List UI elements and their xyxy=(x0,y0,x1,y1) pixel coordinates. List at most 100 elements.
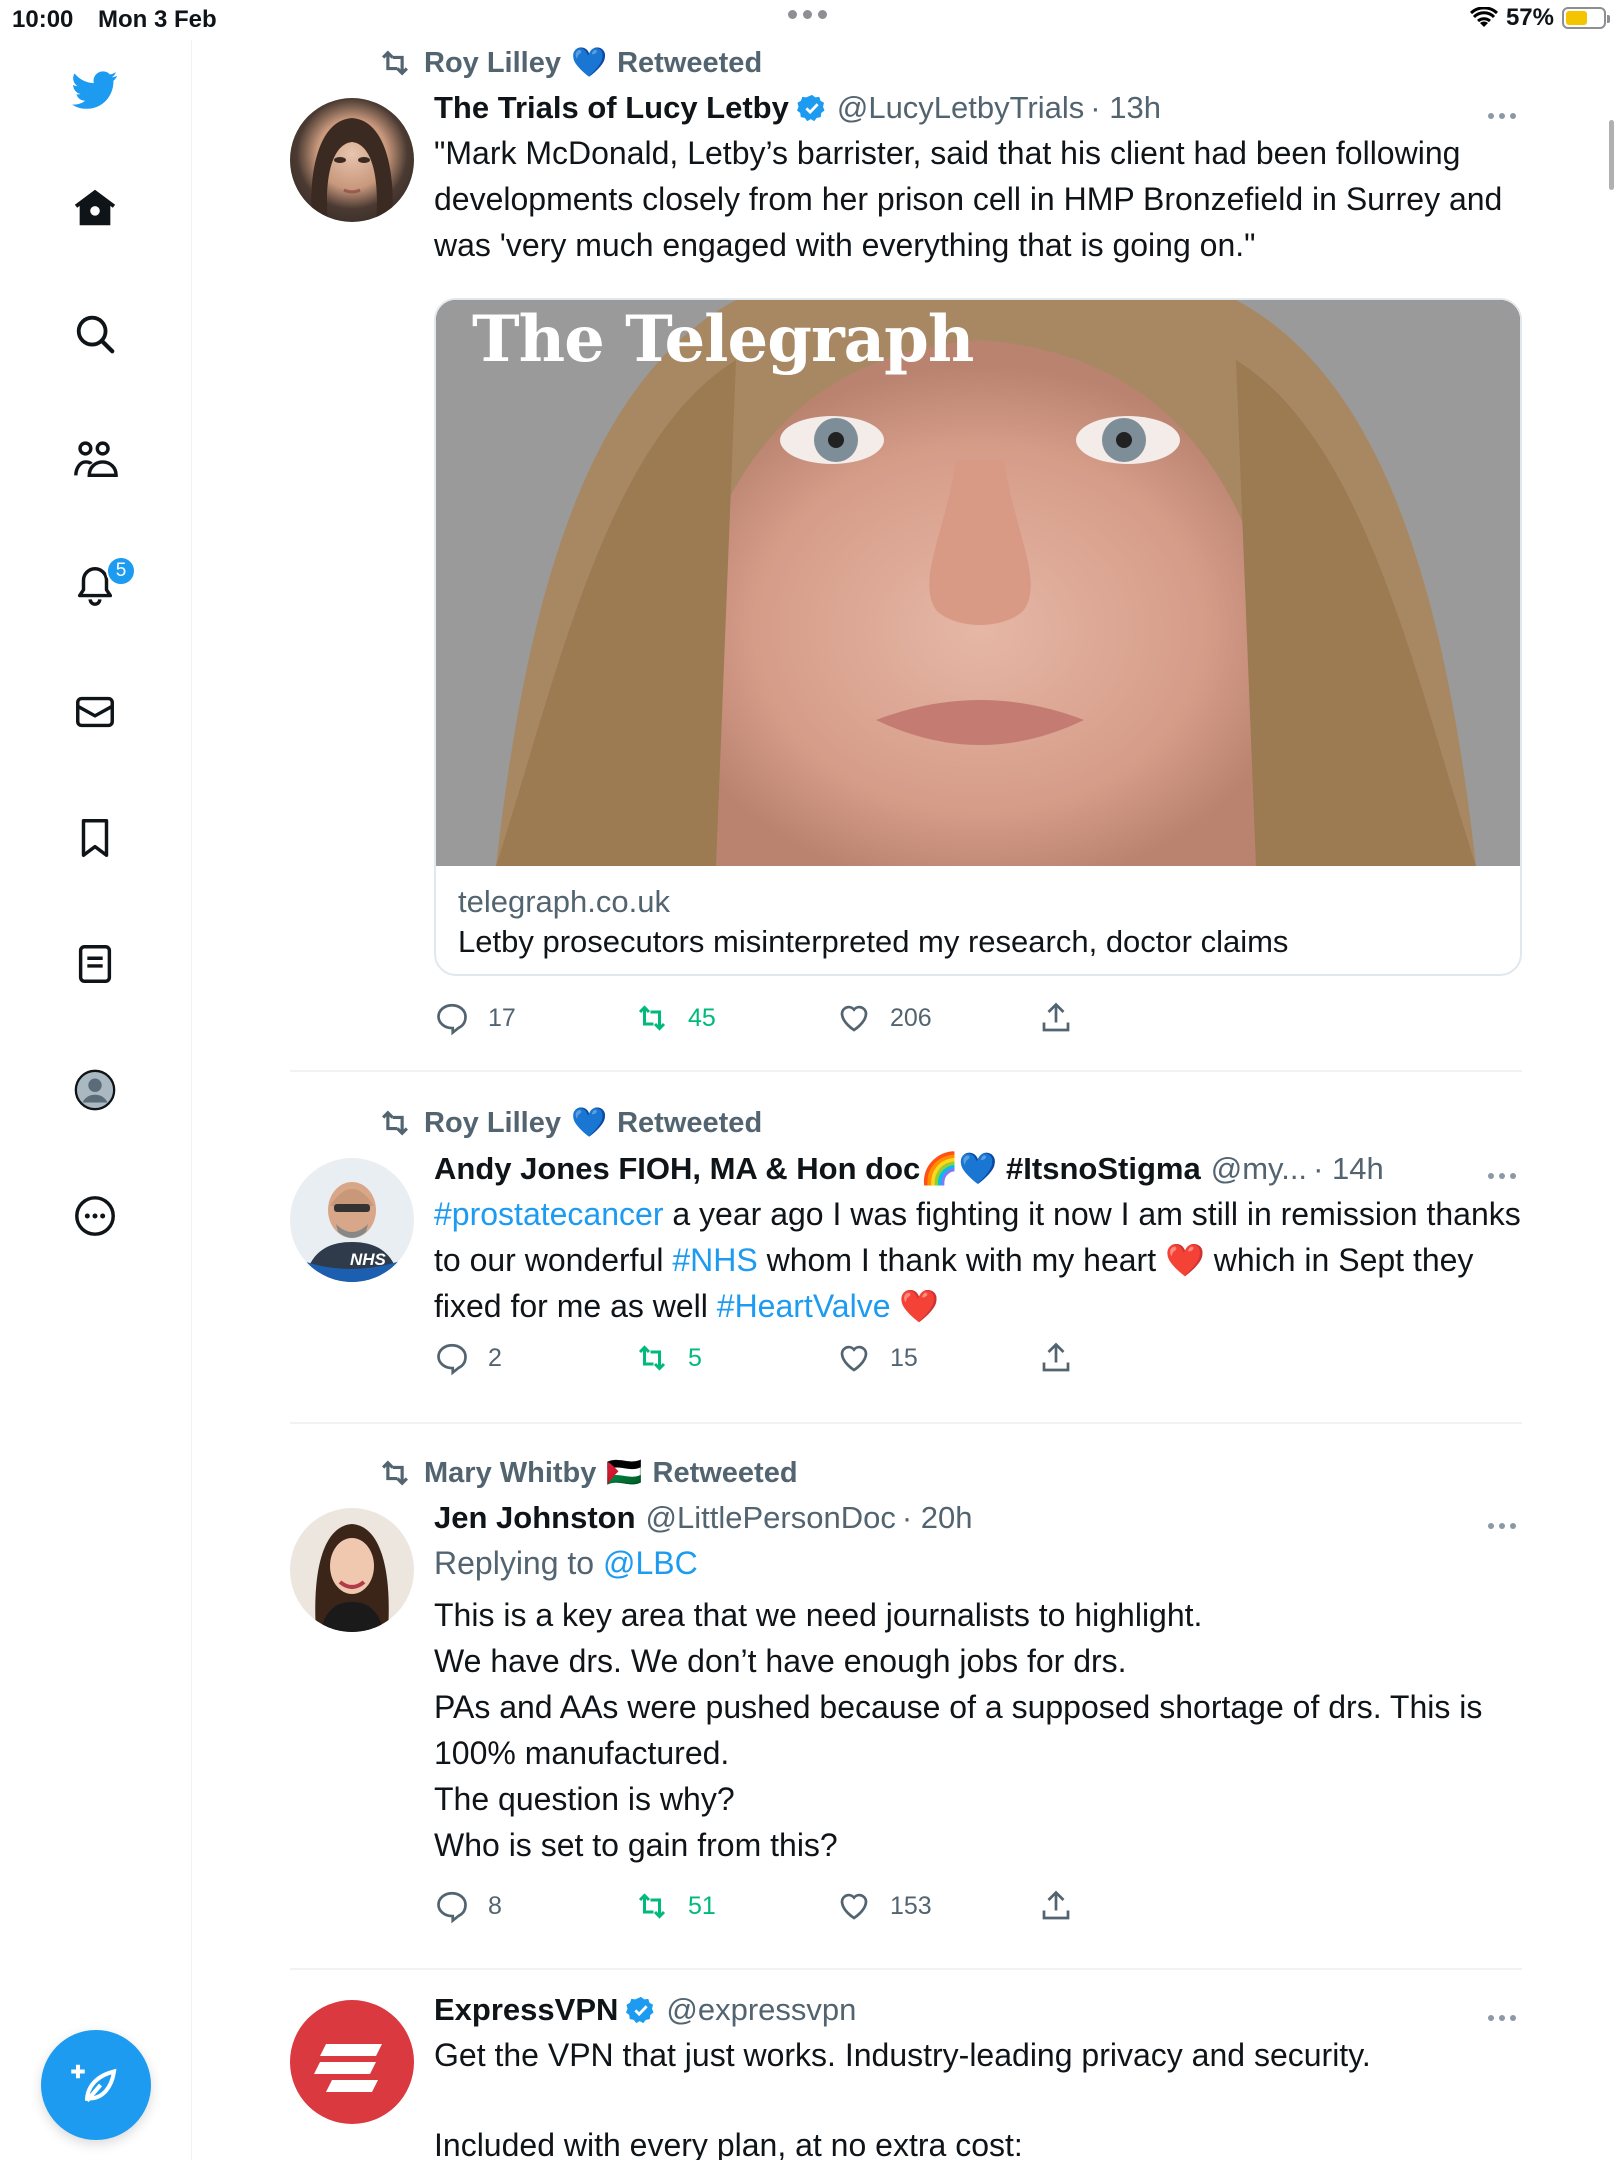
retweet-label: Retweeted xyxy=(617,1106,763,1139)
tweet-text-continued: Included with every plan, at no extra co… xyxy=(434,2127,1023,2160)
retweeted-by-emoji: 🇵🇸 xyxy=(606,1457,643,1489)
profile-icon[interactable] xyxy=(65,1060,125,1120)
tweet[interactable]: Mary Whitby 🇵🇸 Retweeted Jen Johnston @L… xyxy=(290,1424,1522,1970)
retweet-button[interactable]: 5 xyxy=(634,1340,836,1376)
retweeted-by-emoji: 💙 xyxy=(571,47,608,79)
reply-count: 8 xyxy=(488,1891,502,1920)
reply-icon xyxy=(437,1343,467,1376)
replying-to: Replying to @LBC xyxy=(434,1540,1522,1586)
hashtag-link[interactable]: #HeartValve xyxy=(717,1288,891,1324)
tweet-more-icon[interactable] xyxy=(1482,1164,1522,1188)
retweet-count: 5 xyxy=(688,1343,702,1372)
reply-icon xyxy=(437,1891,467,1924)
author-name[interactable]: The Trials of Lucy Letby xyxy=(434,90,789,126)
tweet-text: Get the VPN that just works. Industry-le… xyxy=(434,2037,1371,2073)
tweet-text-line: The question is why? xyxy=(434,1781,735,1817)
retweeted-by-name[interactable]: Mary Whitby xyxy=(424,1457,596,1490)
reply-count: 2 xyxy=(488,1343,502,1372)
share-button[interactable] xyxy=(1038,1340,1074,1376)
avatar[interactable] xyxy=(290,98,414,222)
avatar[interactable] xyxy=(290,1508,414,1632)
author-handle[interactable]: @my... xyxy=(1211,1151,1307,1187)
replying-to-link[interactable]: @LBC xyxy=(603,1545,698,1581)
retweet-context: Roy Lilley 💙 Retweeted xyxy=(376,44,762,82)
author-name[interactable]: Jen Johnston xyxy=(434,1500,636,1536)
battery-percent: 57% xyxy=(1505,4,1554,31)
tweet[interactable]: Roy Lilley 💙 Retweeted NHS Andy Jones FI… xyxy=(290,1072,1522,1424)
tweet-header: Andy Jones FIOH, MA & Hon doc🌈💙 #ItsnoSt… xyxy=(434,1150,1522,1187)
tweet-time[interactable]: · 14h xyxy=(1313,1151,1384,1187)
retweet-icon xyxy=(382,50,408,76)
share-button[interactable] xyxy=(1038,1888,1074,1924)
bookmarks-icon[interactable] xyxy=(65,808,125,868)
reply-button[interactable]: 17 xyxy=(434,1000,634,1036)
tweet-text: #prostatecancer a year ago I was fightin… xyxy=(434,1191,1522,1329)
share-icon xyxy=(1042,1342,1070,1372)
tweet-time[interactable]: · 20h xyxy=(902,1500,973,1536)
share-icon xyxy=(1042,1002,1070,1032)
compose-feather-icon xyxy=(71,2064,117,2103)
avatar[interactable]: NHS xyxy=(290,1158,414,1282)
retweet-icon xyxy=(638,1005,666,1031)
sidebar: 5 xyxy=(0,40,192,2160)
twitter-logo-icon[interactable] xyxy=(65,60,125,120)
share-button[interactable] xyxy=(1038,1000,1074,1036)
tweet-actions: 2 5 15 xyxy=(434,1340,1074,1376)
tweet-text-line: This is a key area that we need journali… xyxy=(434,1597,1203,1633)
retweeted-by-name[interactable]: Roy Lilley xyxy=(424,47,561,80)
lists-icon[interactable] xyxy=(65,934,125,994)
author-name[interactable]: Andy Jones FIOH, MA & Hon doc🌈💙 #ItsnoSt… xyxy=(434,1150,1201,1187)
like-button[interactable]: 206 xyxy=(836,1000,1038,1036)
card-title: Letby prosecutors misinterpreted my rese… xyxy=(458,924,1289,959)
reply-button[interactable]: 2 xyxy=(434,1340,634,1376)
author-handle[interactable]: @expressvpn xyxy=(666,1992,856,2028)
like-button[interactable]: 153 xyxy=(836,1888,1038,1924)
share-icon xyxy=(1042,1890,1070,1920)
tweet-text-line: PAs and AAs were pushed because of a sup… xyxy=(434,1689,1483,1771)
communities-icon[interactable] xyxy=(65,430,125,490)
verified-badge-icon xyxy=(796,94,825,122)
more-options-icon[interactable] xyxy=(65,1186,125,1246)
retweet-icon xyxy=(382,1110,408,1136)
replying-prefix: Replying to xyxy=(434,1545,595,1581)
tweet-more-icon[interactable] xyxy=(1482,104,1522,128)
tweet-more-icon[interactable] xyxy=(1482,1514,1522,1538)
hashtag-link[interactable]: #NHS xyxy=(672,1242,757,1278)
author-name[interactable]: ExpressVPN xyxy=(434,1992,618,2028)
compose-tweet-button[interactable] xyxy=(41,2030,151,2140)
home-icon[interactable] xyxy=(65,178,125,238)
tweet[interactable]: ExpressVPN @expressvpn Get the VPN that … xyxy=(290,1970,1522,2160)
like-button[interactable]: 15 xyxy=(836,1340,1038,1376)
tweet-more-icon[interactable] xyxy=(1482,2006,1522,2030)
scrollbar[interactable] xyxy=(1609,120,1614,190)
hashtag-link[interactable]: #prostatecancer xyxy=(434,1196,663,1232)
tweet-header: The Trials of Lucy Letby @LucyLetbyTrial… xyxy=(434,90,1522,126)
multitasking-dots-icon[interactable] xyxy=(788,10,827,19)
retweeted-by-name[interactable]: Roy Lilley xyxy=(424,1107,561,1140)
status-time: 10:00 xyxy=(12,6,74,33)
status-date: Mon 3 Feb xyxy=(98,6,217,33)
avatar[interactable] xyxy=(290,2000,414,2124)
avatar-nhs-label: NHS xyxy=(350,1250,386,1269)
retweet-button[interactable]: 45 xyxy=(634,1000,836,1036)
telegraph-masthead: The Telegraph xyxy=(472,302,974,377)
author-handle[interactable]: @LucyLetbyTrials xyxy=(837,90,1084,126)
search-icon[interactable] xyxy=(65,304,125,364)
wifi-icon xyxy=(1469,7,1498,27)
tweet-time[interactable]: · 13h xyxy=(1090,90,1161,126)
retweet-count: 45 xyxy=(688,1003,716,1032)
tweet[interactable]: Roy Lilley 💙 Retweeted The Trials of Luc… xyxy=(290,40,1522,1072)
like-count: 153 xyxy=(890,1891,932,1920)
card-image: The Telegraph xyxy=(436,300,1520,866)
retweet-context: Mary Whitby 🇵🇸 Retweeted xyxy=(376,1454,798,1492)
card-domain: telegraph.co.uk xyxy=(458,884,670,919)
retweet-count: 51 xyxy=(688,1891,716,1920)
messages-icon[interactable] xyxy=(65,682,125,742)
retweet-icon xyxy=(382,1460,408,1486)
expressvpn-logo-icon xyxy=(314,2044,382,2092)
tweet-text-line: Who is set to gain from this? xyxy=(434,1827,838,1863)
retweet-button[interactable]: 51 xyxy=(634,1888,836,1924)
reply-button[interactable]: 8 xyxy=(434,1888,634,1924)
link-card[interactable]: The Telegraph telegraph.co.uk Letby pros… xyxy=(434,298,1522,976)
author-handle[interactable]: @LittlePersonDoc xyxy=(646,1500,896,1536)
